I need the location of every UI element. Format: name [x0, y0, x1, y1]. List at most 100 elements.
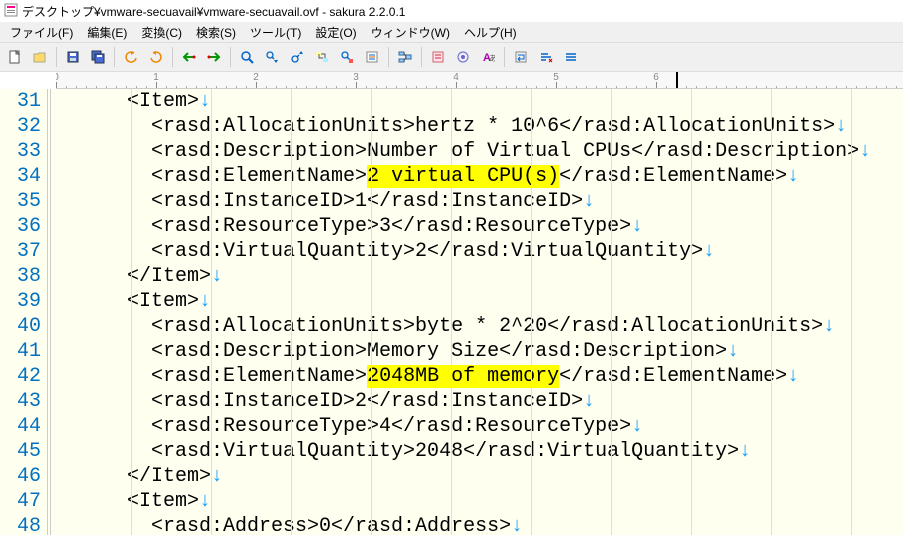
undo-button[interactable]	[120, 46, 142, 68]
eol-marker-icon: ↓	[199, 290, 211, 313]
code-line[interactable]: <rasd:Address>0</rasd:Address>↓	[55, 514, 903, 535]
eol-marker-icon: ↓	[631, 415, 643, 438]
menu-file[interactable]: ファイル(F)	[4, 23, 79, 42]
eol-marker-icon: ↓	[199, 90, 211, 113]
search-next-button[interactable]	[261, 46, 283, 68]
save-button[interactable]	[62, 46, 84, 68]
menu-conv[interactable]: 変換(C)	[135, 23, 188, 42]
menu-search[interactable]: 検索(S)	[190, 23, 242, 42]
code-line[interactable]: <rasd:AllocationUnits>byte * 2^20</rasd:…	[55, 314, 903, 339]
svg-text:あ: あ	[489, 54, 495, 63]
eol-marker-icon: ↓	[859, 140, 871, 163]
line-number: 36	[0, 214, 41, 239]
redo-button[interactable]	[145, 46, 167, 68]
line-number: 41	[0, 339, 41, 364]
toolbar: Aあ	[0, 42, 903, 72]
toolbar-separator	[56, 47, 57, 67]
toolbar-separator	[388, 47, 389, 67]
eol-marker-icon: ↓	[211, 465, 223, 488]
eol-marker-icon: ↓	[211, 265, 223, 288]
eol-marker-icon: ↓	[511, 515, 523, 535]
code-line[interactable]: <rasd:Description>Number of Virtual CPUs…	[55, 139, 903, 164]
code-line[interactable]: <rasd:VirtualQuantity>2</rasd:VirtualQua…	[55, 239, 903, 264]
search-mark-button[interactable]	[336, 46, 358, 68]
outline-button[interactable]	[394, 46, 416, 68]
ruler: 0123456	[56, 72, 903, 89]
code-area[interactable]: <Item>↓ <rasd:AllocationUnits>hertz * 10…	[50, 89, 903, 535]
toolbar-separator	[504, 47, 505, 67]
title-bar: デスクトップ¥vmware-secuavail¥vmware-secuavail…	[0, 0, 903, 22]
grep-button[interactable]	[361, 46, 383, 68]
line-number: 43	[0, 389, 41, 414]
eol-marker-icon: ↓	[727, 340, 739, 363]
eol-marker-icon: ↓	[835, 115, 847, 138]
menu-edit[interactable]: 編集(E)	[81, 23, 133, 42]
app-icon	[4, 3, 18, 20]
code-line[interactable]: <rasd:InstanceID>1</rasd:InstanceID>↓	[55, 189, 903, 214]
search-prev-button[interactable]	[286, 46, 308, 68]
code-line[interactable]: </Item>↓	[55, 464, 903, 489]
menu-bar: ファイル(F) 編集(E) 変換(C) 検索(S) ツール(T) 設定(O) ウ…	[0, 22, 903, 42]
line-number: 39	[0, 289, 41, 314]
toolbar-separator	[172, 47, 173, 67]
type-prop-button[interactable]	[427, 46, 449, 68]
line-number: 40	[0, 314, 41, 339]
eol-marker-icon: ↓	[703, 240, 715, 263]
eol-marker-icon: ↓	[583, 390, 595, 413]
line-number: 38	[0, 264, 41, 289]
code-line[interactable]: <rasd:AllocationUnits>hertz * 10^6</rasd…	[55, 114, 903, 139]
code-line[interactable]: <rasd:ElementName>2 virtual CPU(s)</rasd…	[55, 164, 903, 189]
common-prop-button[interactable]	[452, 46, 474, 68]
replace-button[interactable]	[311, 46, 333, 68]
eol-marker-icon: ↓	[583, 190, 595, 213]
editor-area: 313233343536373839404142434445464748 <It…	[0, 89, 903, 535]
code-line[interactable]: <Item>↓	[55, 489, 903, 514]
eol-marker-icon: ↓	[823, 315, 835, 338]
code-line[interactable]: <Item>↓	[55, 89, 903, 114]
line-number: 33	[0, 139, 41, 164]
line-number: 35	[0, 189, 41, 214]
menu-tool[interactable]: ツール(T)	[244, 23, 307, 42]
search-button[interactable]	[236, 46, 258, 68]
line-number: 46	[0, 464, 41, 489]
new-file-button[interactable]	[4, 46, 26, 68]
line-number: 47	[0, 489, 41, 514]
eol-marker-icon: ↓	[739, 440, 751, 463]
code-line[interactable]: <rasd:ElementName>2048MB of memory</rasd…	[55, 364, 903, 389]
line-number: 48	[0, 514, 41, 535]
line-number: 45	[0, 439, 41, 464]
eol-marker-icon: ↓	[631, 215, 643, 238]
line-number: 32	[0, 114, 41, 139]
save-all-button[interactable]	[87, 46, 109, 68]
open-file-button[interactable]	[29, 46, 51, 68]
code-line[interactable]: </Item>↓	[55, 264, 903, 289]
line-number: 31	[0, 89, 41, 114]
toolbar-separator	[114, 47, 115, 67]
code-line[interactable]: <rasd:VirtualQuantity>2048</rasd:Virtual…	[55, 439, 903, 464]
font-button[interactable]: Aあ	[477, 46, 499, 68]
line-number-gutter: 313233343536373839404142434445464748	[0, 89, 48, 535]
code-line[interactable]: <rasd:ResourceType>4</rasd:ResourceType>…	[55, 414, 903, 439]
code-line[interactable]: <Item>↓	[55, 289, 903, 314]
toolbar-separator	[230, 47, 231, 67]
jump-back-button[interactable]	[178, 46, 200, 68]
code-line[interactable]: <rasd:InstanceID>2</rasd:InstanceID>↓	[55, 389, 903, 414]
wrap-window-button[interactable]	[510, 46, 532, 68]
wrap-none-button[interactable]	[560, 46, 582, 68]
line-number: 37	[0, 239, 41, 264]
editor-window: デスクトップ¥vmware-secuavail¥vmware-secuavail…	[0, 0, 903, 535]
toolbar-separator	[421, 47, 422, 67]
jump-fwd-button[interactable]	[203, 46, 225, 68]
menu-help[interactable]: ヘルプ(H)	[458, 23, 523, 42]
line-number: 34	[0, 164, 41, 189]
menu-setting[interactable]: 設定(O)	[309, 23, 362, 42]
eol-marker-icon: ↓	[787, 365, 799, 388]
code-line[interactable]: <rasd:ResourceType>3</rasd:ResourceType>…	[55, 214, 903, 239]
window-title: デスクトップ¥vmware-secuavail¥vmware-secuavail…	[22, 3, 405, 20]
eol-marker-icon: ↓	[787, 165, 799, 188]
wrap-setting-button[interactable]	[535, 46, 557, 68]
code-line[interactable]: <rasd:Description>Memory Size</rasd:Desc…	[55, 339, 903, 364]
line-number: 44	[0, 414, 41, 439]
line-number: 42	[0, 364, 41, 389]
menu-window[interactable]: ウィンドウ(W)	[365, 23, 456, 42]
